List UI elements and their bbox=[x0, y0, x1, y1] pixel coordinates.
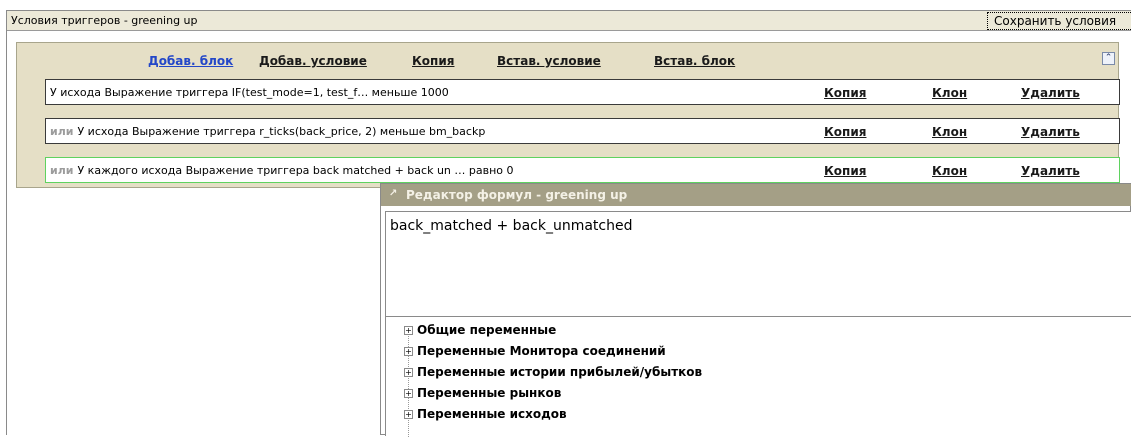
collapse-icon[interactable]: ⌃ bbox=[1102, 52, 1115, 65]
tree-item-label: Общие переменные bbox=[417, 323, 557, 337]
add-condition-link[interactable]: Добав. условие bbox=[259, 54, 367, 68]
plus-icon[interactable]: + bbox=[404, 410, 413, 419]
condition-content: или У каждого исхода Выражение триггера b… bbox=[50, 164, 514, 177]
tree-item-label: Переменные исходов bbox=[417, 407, 567, 421]
row-clone-link[interactable]: Клон bbox=[932, 164, 967, 178]
plus-icon[interactable]: + bbox=[404, 347, 413, 356]
condition-row-selected[interactable]: или У каждого исхода Выражение триггера b… bbox=[45, 157, 1120, 183]
formula-editor-title: Редактор формул - greening up bbox=[406, 188, 628, 202]
row-delete-link[interactable]: Удалить bbox=[1021, 125, 1080, 139]
window-drag-icon: ↗ bbox=[389, 188, 398, 199]
tree-item-label: Переменные рынков bbox=[417, 386, 562, 400]
row-copy-link[interactable]: Копия bbox=[824, 86, 866, 100]
row-clone-link[interactable]: Клон bbox=[932, 125, 967, 139]
window-titlebar: Условия триггеров - greening up Сохранит… bbox=[7, 11, 1131, 31]
tree-item-label: Переменные Монитора соединений bbox=[417, 344, 666, 358]
tree-item-outcome-variables[interactable]: + Переменные исходов bbox=[404, 407, 567, 423]
condition-text: У исхода Выражение триггера r_ticks(back… bbox=[77, 125, 486, 138]
or-label: или bbox=[50, 164, 74, 177]
formula-editor-titlebar[interactable]: ↗ Редактор формул - greening up bbox=[381, 184, 1131, 206]
condition-row[interactable]: У исхода Выражение триггера IF(test_mode… bbox=[45, 79, 1120, 105]
tree-item-connection-monitor-variables[interactable]: + Переменные Монитора соединений bbox=[404, 344, 666, 360]
formula-input[interactable]: back_matched + back_unmatched bbox=[385, 211, 1131, 323]
row-delete-link[interactable]: Удалить bbox=[1021, 86, 1080, 100]
copy-link[interactable]: Копия bbox=[412, 54, 454, 68]
window-title: Условия триггеров - greening up bbox=[11, 14, 198, 27]
save-conditions-button[interactable]: Сохранить условия bbox=[987, 12, 1131, 30]
row-delete-link[interactable]: Удалить bbox=[1021, 164, 1080, 178]
paste-condition-link[interactable]: Встав. условие bbox=[497, 54, 601, 68]
tree-item-label: Переменные истории прибылей/убытков bbox=[417, 365, 703, 379]
tree-item-profit-loss-history-variables[interactable]: + Переменные истории прибылей/убытков bbox=[404, 365, 702, 381]
condition-content: или У исхода Выражение триггера r_ticks(b… bbox=[50, 125, 485, 138]
condition-text: У исхода Выражение триггера IF(test_mode… bbox=[50, 86, 449, 99]
tree-item-market-variables[interactable]: + Переменные рынков bbox=[404, 386, 561, 402]
conditions-panel: Добав. блок Добав. условие Копия Встав. … bbox=[16, 42, 1120, 188]
or-label: или bbox=[50, 125, 74, 138]
condition-text: У каждого исхода Выражение триггера back… bbox=[77, 164, 514, 177]
row-copy-link[interactable]: Копия bbox=[824, 164, 866, 178]
plus-icon[interactable]: + bbox=[404, 326, 413, 335]
tree-item-general-variables[interactable]: + Общие переменные bbox=[404, 323, 556, 339]
formula-editor-window: ↗ Редактор формул - greening up back_mat… bbox=[380, 183, 1131, 437]
paste-block-link[interactable]: Встав. блок bbox=[654, 54, 735, 68]
plus-icon[interactable]: + bbox=[404, 389, 413, 398]
variables-tree: + Общие переменные + Переменные Монитора с… bbox=[385, 316, 1131, 437]
add-block-link[interactable]: Добав. блок bbox=[148, 54, 233, 68]
row-clone-link[interactable]: Клон bbox=[932, 86, 967, 100]
plus-icon[interactable]: + bbox=[404, 368, 413, 377]
condition-row[interactable]: или У исхода Выражение триггера r_ticks(b… bbox=[45, 118, 1120, 144]
row-copy-link[interactable]: Копия bbox=[824, 125, 866, 139]
